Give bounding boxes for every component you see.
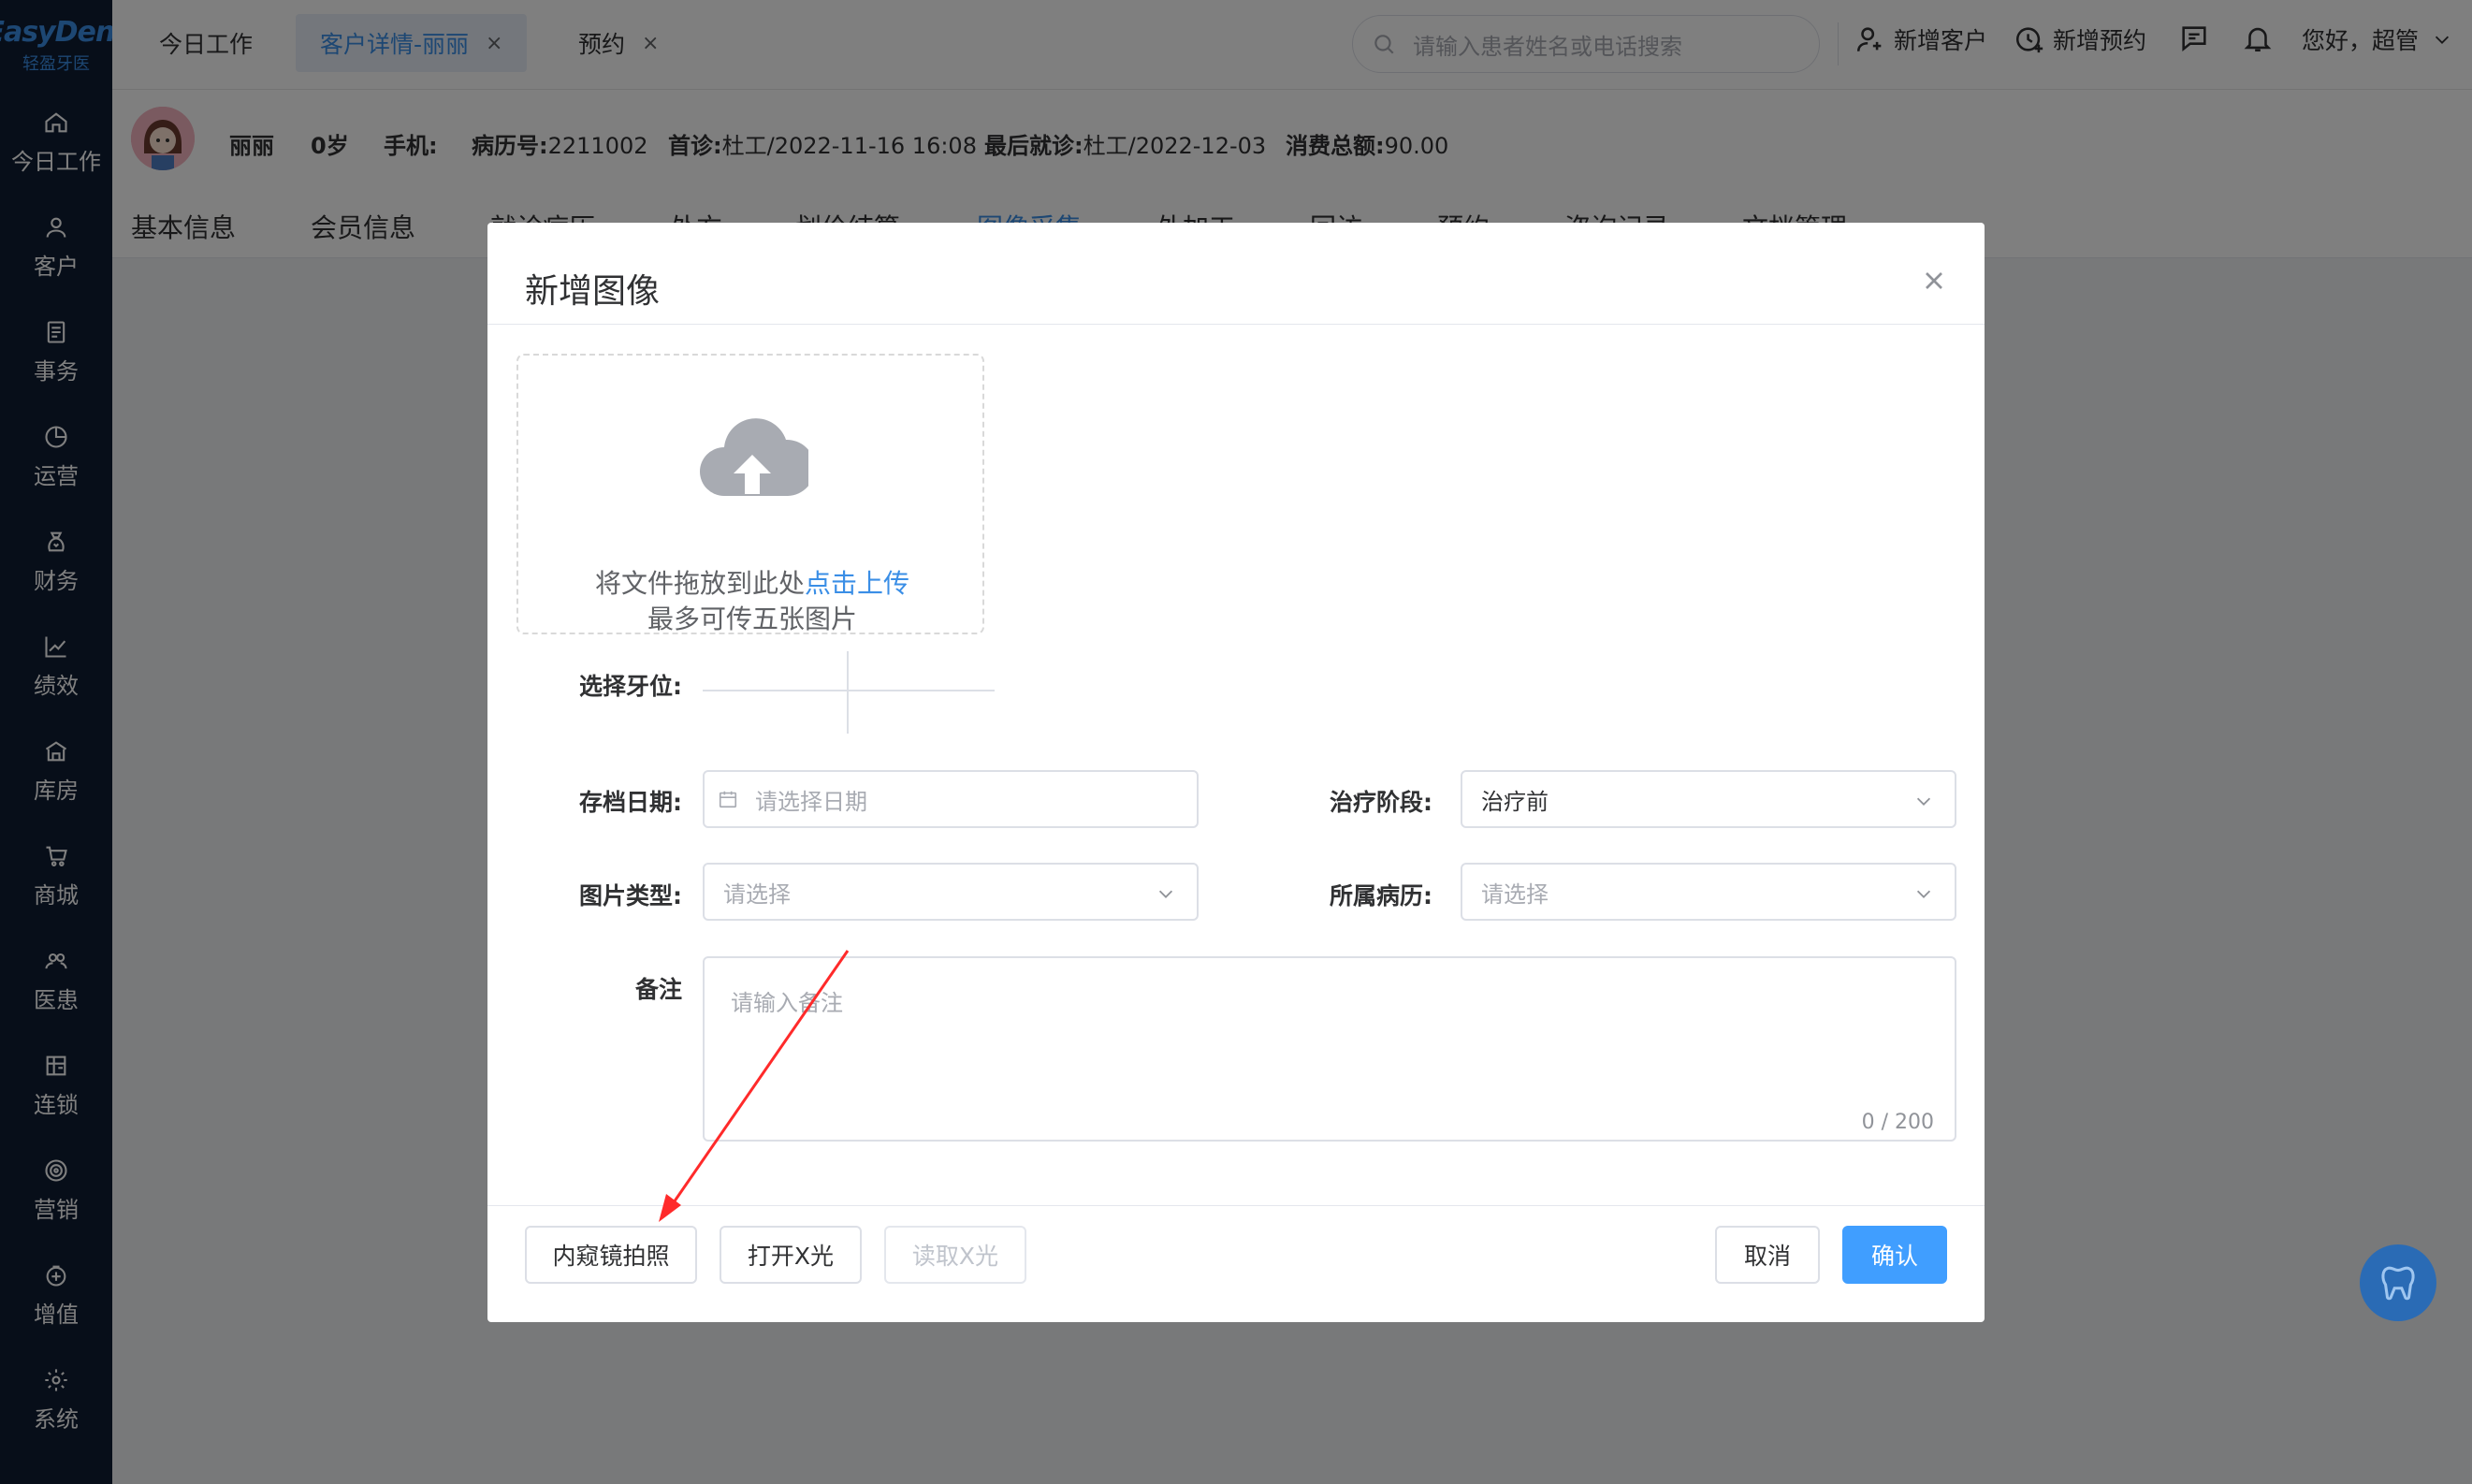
calendar-icon [719,791,737,808]
remark-textarea[interactable]: 请输入备注 0 / 200 [703,956,1956,1142]
upload-instruction: 将文件拖放到此处点击上传 [594,568,910,599]
archive-date-placeholder: 请选择日期 [755,788,867,815]
dialog-header-divider [487,324,1985,325]
medical-record-placeholder: 请选择 [1481,880,1549,908]
chevron-down-icon [1916,797,1931,806]
click-upload-link[interactable]: 点击上传 [805,568,909,599]
treatment-stage-label: 治疗阶段: [1330,789,1432,816]
tooth-chart-vertical[interactable] [847,651,849,734]
medical-record-label: 所属病历: [1330,882,1432,909]
treatment-stage-value: 治疗前 [1481,788,1549,815]
upload-dropzone[interactable]: 将文件拖放到此处点击上传 最多可传五张图片 [516,354,984,634]
tooth-position-label: 选择牙位: [579,673,682,700]
archive-date-label: 存档日期: [579,789,682,816]
read-xray-button[interactable]: 读取X光 [884,1226,1026,1284]
open-xray-button[interactable]: 打开X光 [720,1226,862,1284]
image-type-placeholder: 请选择 [723,880,791,908]
image-type-select[interactable]: 请选择 [703,863,1199,921]
add-image-dialog: 新增图像 将文件拖放到此处点击上传 最多可传五张图片 选择牙位: 存档日期: 请… [487,223,1985,1322]
confirm-button[interactable]: 确认 [1842,1226,1947,1284]
dialog-footer-divider [487,1205,1985,1206]
remark-placeholder: 请输入备注 [731,990,843,1016]
cloud-upload-icon [700,418,808,496]
archive-date-picker[interactable]: 请选择日期 [703,770,1199,828]
close-icon[interactable] [1919,266,1949,296]
tooth-chart-horizontal[interactable] [703,690,995,691]
dialog-title: 新增图像 [525,272,661,311]
cancel-button[interactable]: 取消 [1715,1226,1820,1284]
treatment-stage-select[interactable]: 治疗前 [1461,770,1956,828]
remark-label: 备注 [634,976,682,1003]
chevron-down-icon [1158,890,1173,898]
medical-record-select[interactable]: 请选择 [1461,863,1956,921]
upload-limit-hint: 最多可传五张图片 [647,604,857,634]
image-type-label: 图片类型: [579,882,682,909]
tooth-assistant-button[interactable] [2360,1244,2436,1321]
remark-char-count: 0 / 200 [1861,1111,1934,1134]
chevron-down-icon [1916,890,1931,898]
endoscope-photo-button[interactable]: 内窥镜拍照 [525,1226,697,1284]
tooth-icon [2381,1266,2415,1301]
